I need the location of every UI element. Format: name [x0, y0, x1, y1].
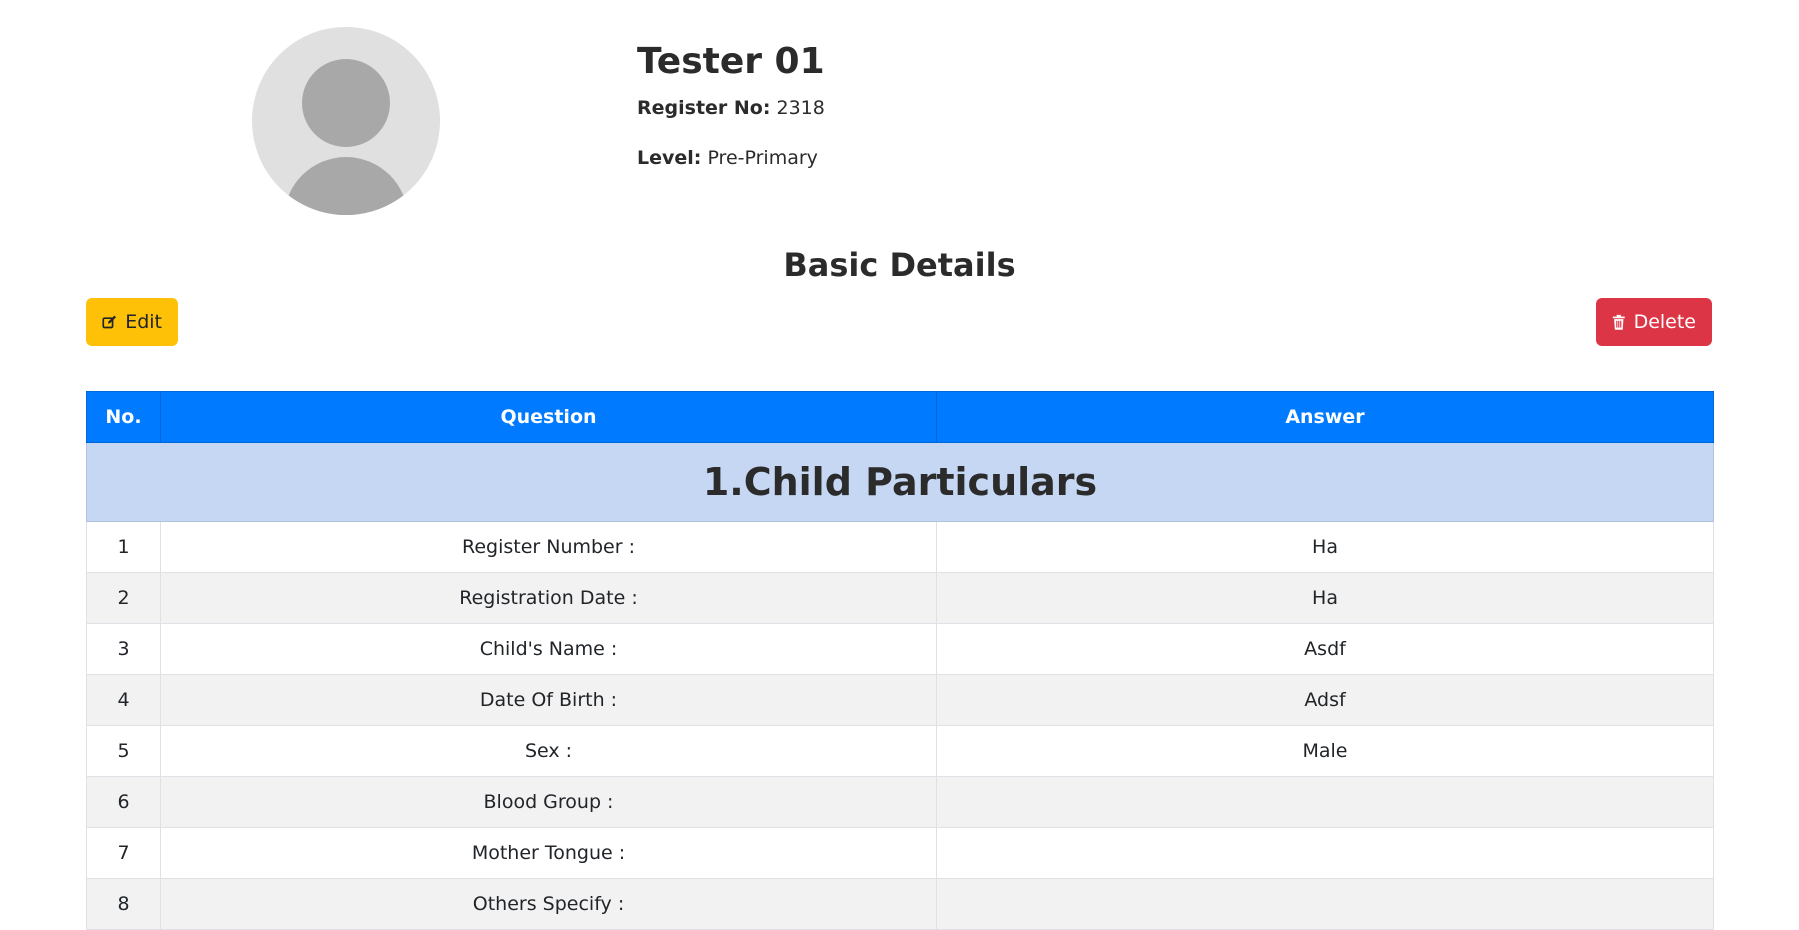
- table-row: 3 Child's Name : Asdf: [86, 623, 1714, 675]
- table-row: 8 Others Specify :: [86, 878, 1714, 930]
- column-header-answer: Answer: [936, 391, 1714, 443]
- table-row: 2 Registration Date : Ha: [86, 572, 1714, 624]
- cell-answer: Asdf: [936, 623, 1714, 675]
- register-label: Register No:: [637, 97, 771, 120]
- cell-answer: Adsf: [936, 674, 1714, 726]
- avatar: [252, 27, 440, 215]
- edit-button[interactable]: Edit: [86, 298, 178, 346]
- cell-no: 1: [86, 521, 161, 573]
- column-header-no: No.: [86, 391, 161, 443]
- delete-button[interactable]: Delete: [1596, 298, 1712, 346]
- cell-no: 2: [86, 572, 161, 624]
- cell-question: Others Specify :: [160, 878, 937, 930]
- profile-info: Tester 01 Register No: 2318 Level: Pre-P…: [637, 40, 825, 170]
- table-row: 4 Date Of Birth : Adsf: [86, 674, 1714, 726]
- level: Level: Pre-Primary: [637, 147, 825, 170]
- cell-answer: [936, 878, 1714, 930]
- section-title: Basic Details: [783, 246, 1016, 284]
- register-number: Register No: 2318: [637, 97, 825, 120]
- cell-question: Register Number :: [160, 521, 937, 573]
- edit-label: Edit: [125, 311, 162, 333]
- level-label: Level:: [637, 146, 702, 169]
- cell-question: Mother Tongue :: [160, 827, 937, 879]
- cell-answer: Ha: [936, 572, 1714, 624]
- level-value: Pre-Primary: [707, 146, 818, 169]
- cell-question: Sex :: [160, 725, 937, 777]
- cell-no: 4: [86, 674, 161, 726]
- cell-no: 5: [86, 725, 161, 777]
- column-header-question: Question: [160, 391, 937, 443]
- cell-question: Registration Date :: [160, 572, 937, 624]
- cell-answer: Male: [936, 725, 1714, 777]
- cell-answer: Ha: [936, 521, 1714, 573]
- details-table: No. Question Answer 1.Child Particulars …: [86, 391, 1714, 930]
- profile-name: Tester 01: [637, 41, 825, 82]
- cell-no: 6: [86, 776, 161, 828]
- cell-answer: [936, 776, 1714, 828]
- cell-no: 3: [86, 623, 161, 675]
- avatar-body: [284, 157, 408, 215]
- cell-question: Child's Name :: [160, 623, 937, 675]
- avatar-head: [302, 59, 390, 147]
- trash-icon: [1612, 314, 1625, 330]
- table-row: 1 Register Number : Ha: [86, 521, 1714, 573]
- register-value: 2318: [776, 97, 825, 120]
- table-header-row: No. Question Answer: [86, 391, 1714, 443]
- table-row: 7 Mother Tongue :: [86, 827, 1714, 879]
- cell-question: Blood Group :: [160, 776, 937, 828]
- group-title: 1.Child Particulars: [86, 442, 1714, 522]
- group-row: 1.Child Particulars: [86, 442, 1714, 522]
- cell-answer: [936, 827, 1714, 879]
- table-row: 6 Blood Group :: [86, 776, 1714, 828]
- table-row: 5 Sex : Male: [86, 725, 1714, 777]
- edit-icon: [102, 315, 117, 329]
- cell-question: Date Of Birth :: [160, 674, 937, 726]
- cell-no: 8: [86, 878, 161, 930]
- delete-label: Delete: [1633, 311, 1696, 333]
- cell-no: 7: [86, 827, 161, 879]
